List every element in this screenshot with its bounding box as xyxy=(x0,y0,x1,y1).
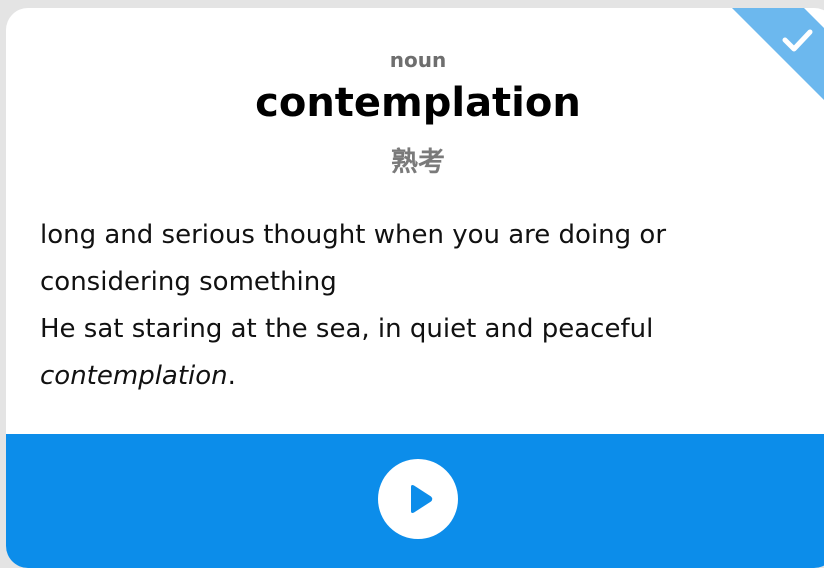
flashcard: noun contemplation 熟考 long and serious t… xyxy=(6,8,824,568)
example-end: . xyxy=(227,361,236,391)
part-of-speech: noun xyxy=(389,48,447,72)
headword: contemplation xyxy=(255,80,581,126)
translation: 熟考 xyxy=(391,147,445,178)
example-text: He sat staring at the sea, in quiet and … xyxy=(40,314,654,344)
example-highlight: contemplation xyxy=(40,361,228,391)
definition: long and serious thought when you are do… xyxy=(40,220,667,297)
audio-bar xyxy=(6,434,824,568)
play-audio-button[interactable] xyxy=(378,459,458,539)
play-icon xyxy=(411,485,433,513)
example-sentence: He sat staring at the sea, in quiet and … xyxy=(40,306,720,400)
card-body: long and serious thought when you are do… xyxy=(40,212,720,400)
